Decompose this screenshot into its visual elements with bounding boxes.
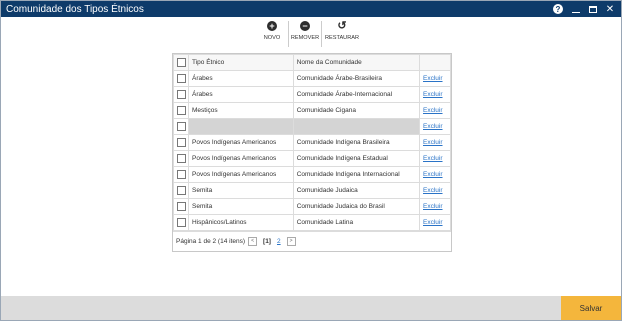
cell-nome: Comunidade Árabe-Internacional — [292, 86, 421, 103]
novo-button[interactable]: + NOVO — [256, 21, 288, 47]
row-checkbox[interactable] — [176, 186, 186, 195]
cell-tipo: Mestiços — [188, 102, 294, 119]
row-checkbox[interactable] — [176, 218, 186, 227]
toolbar: + NOVO − REMOVER ↺ RESTAURAR — [256, 21, 362, 47]
header-row: Tipo Étnico Nome da Comunidade — [173, 54, 451, 71]
col-nome-comunidade[interactable]: Nome da Comunidade — [292, 54, 421, 71]
excluir-link[interactable]: Excluir — [423, 203, 443, 210]
excluir-link[interactable]: Excluir — [423, 155, 443, 162]
cell-tipo: Árabes — [188, 86, 294, 103]
cell-tipo: Povos Indígenas Americanos — [188, 166, 294, 183]
cell-nome: Comunidade Indígena Internacional — [292, 166, 421, 183]
add-icon: + — [267, 21, 277, 31]
next-page-button[interactable]: > — [286, 237, 296, 246]
col-actions — [419, 54, 451, 71]
cell-tipo: Semita — [188, 182, 294, 199]
table-row[interactable]: Árabes Comunidade Árabe-Internacional Ex… — [173, 86, 451, 103]
remover-button[interactable]: − REMOVER — [288, 21, 321, 47]
excluir-link[interactable]: Excluir — [423, 219, 443, 226]
cell-nome — [292, 118, 421, 135]
remover-label: REMOVER — [290, 35, 320, 41]
row-checkbox[interactable] — [176, 122, 186, 131]
restore-icon: ↺ — [337, 20, 347, 32]
cell-tipo: Hispânicos/Latinos — [188, 214, 294, 231]
cell-tipo: Semita — [188, 198, 294, 215]
footer-bar: Salvar — [1, 296, 621, 320]
row-checkbox[interactable] — [176, 106, 186, 115]
cell-tipo: Árabes — [188, 70, 294, 87]
cell-nome: Comunidade Indígena Brasileira — [292, 134, 421, 151]
title-bar: Comunidade dos Tipos Étnicos ? ✕ — [1, 1, 621, 17]
close-icon[interactable]: ✕ — [605, 4, 615, 15]
table-row-empty[interactable]: Excluir — [173, 118, 451, 135]
table-row[interactable]: Mestiços Comunidade Cigana Excluir — [173, 102, 451, 119]
page-2-link[interactable]: 2 — [277, 238, 281, 245]
cell-nome: Comunidade Judaica do Brasil — [292, 198, 421, 215]
table-row[interactable]: Povos Indígenas Americanos Comunidade In… — [173, 134, 451, 151]
minimize-icon[interactable] — [571, 4, 581, 14]
table-row[interactable]: Árabes Comunidade Árabe-Brasileira Exclu… — [173, 70, 451, 87]
data-grid: Tipo Étnico Nome da Comunidade Árabes Co… — [172, 53, 452, 252]
table-row[interactable]: Povos Indígenas Americanos Comunidade In… — [173, 150, 451, 167]
remove-icon: − — [300, 21, 310, 31]
cell-nome: Comunidade Cigana — [292, 102, 421, 119]
row-checkbox[interactable] — [176, 154, 186, 163]
excluir-link[interactable]: Excluir — [423, 123, 443, 130]
restaurar-label: RESTAURAR — [324, 35, 360, 41]
table-row[interactable]: Semita Comunidade Judaica do Brasil Excl… — [173, 198, 451, 215]
table-row[interactable]: Povos Indígenas Americanos Comunidade In… — [173, 166, 451, 183]
maximize-icon[interactable] — [589, 5, 597, 13]
row-checkbox[interactable] — [176, 90, 186, 99]
novo-label: NOVO — [263, 35, 281, 41]
cell-tipo: Povos Indígenas Americanos — [188, 134, 294, 151]
select-all-checkbox[interactable] — [176, 58, 186, 67]
cell-nome: Comunidade Árabe-Brasileira — [292, 70, 421, 87]
prev-page-button[interactable]: < — [248, 237, 258, 246]
row-checkbox[interactable] — [176, 170, 186, 179]
row-checkbox[interactable] — [176, 138, 186, 147]
window-title: Comunidade dos Tipos Étnicos — [6, 3, 144, 15]
excluir-link[interactable]: Excluir — [423, 171, 443, 178]
cell-nome: Comunidade Latina — [292, 214, 421, 231]
excluir-link[interactable]: Excluir — [423, 75, 443, 82]
row-checkbox[interactable] — [176, 74, 186, 83]
restaurar-button[interactable]: ↺ RESTAURAR — [321, 21, 362, 47]
excluir-link[interactable]: Excluir — [423, 107, 443, 114]
dialog-window: Comunidade dos Tipos Étnicos ? ✕ + NOVO … — [0, 0, 622, 321]
excluir-link[interactable]: Excluir — [423, 139, 443, 146]
pager: Página 1 de 2 (14 itens) < [1] 2 > — [173, 231, 451, 251]
row-checkbox[interactable] — [176, 202, 186, 211]
page-1: [1] — [263, 238, 271, 245]
cell-nome: Comunidade Indígena Estadual — [292, 150, 421, 167]
save-button[interactable]: Salvar — [561, 296, 621, 320]
excluir-link[interactable]: Excluir — [423, 91, 443, 98]
excluir-link[interactable]: Excluir — [423, 187, 443, 194]
cell-tipo — [188, 118, 294, 135]
table-row[interactable]: Hispânicos/Latinos Comunidade Latina Exc… — [173, 214, 451, 231]
table-row[interactable]: Semita Comunidade Judaica Excluir — [173, 182, 451, 199]
cell-tipo: Povos Indígenas Americanos — [188, 150, 294, 167]
col-tipo-etnico[interactable]: Tipo Étnico — [188, 54, 294, 71]
help-icon[interactable]: ? — [553, 4, 563, 14]
pager-info: Página 1 de 2 (14 itens) — [176, 238, 246, 245]
cell-nome: Comunidade Judaica — [292, 182, 421, 199]
